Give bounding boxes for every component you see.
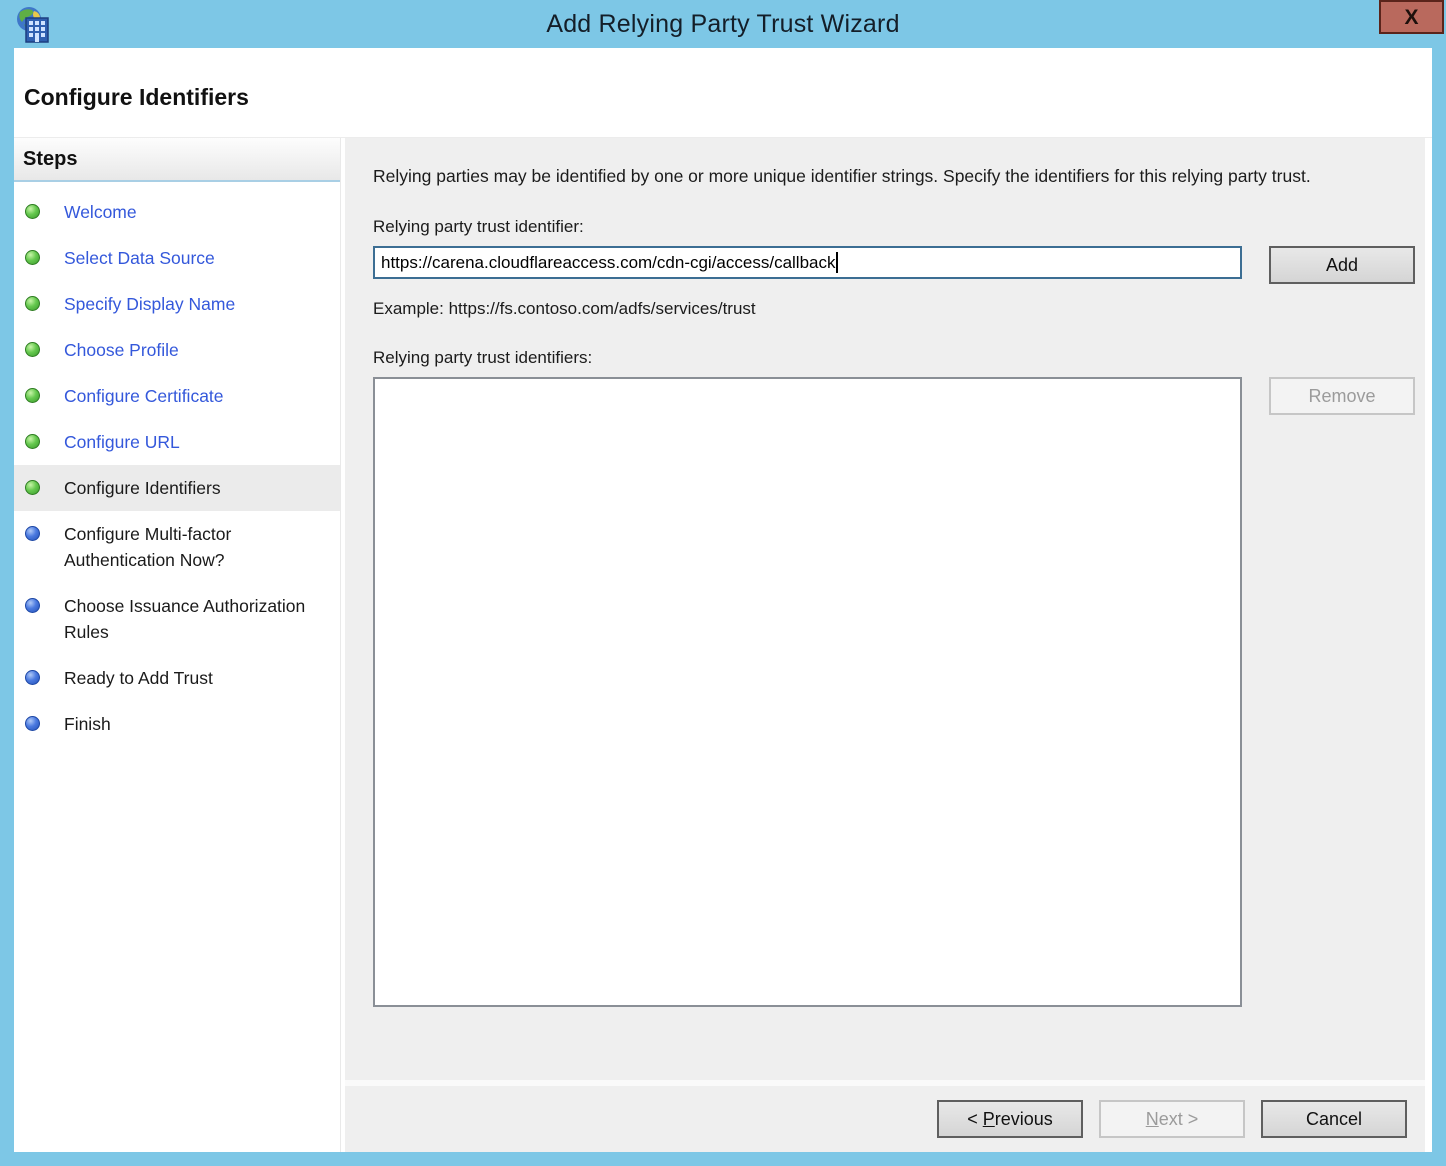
page-title: Configure Identifiers (24, 84, 249, 110)
step-pending-icon (25, 716, 40, 731)
sidebar-item-choose-issuance-rules: Choose Issuance Authorization Rules (14, 583, 340, 655)
sidebar-item-finish: Finish (14, 701, 340, 747)
page-description: Relying parties may be identified by one… (373, 166, 1311, 186)
identifier-input-row: https://carena.cloudflareaccess.com/cdn-… (373, 246, 1425, 285)
text-caret (836, 252, 839, 274)
sidebar-item-configure-url[interactable]: Configure URL (14, 419, 340, 465)
identifier-input-label: Relying party trust identifier: (373, 217, 584, 237)
steps-list: Welcome Select Data Source Specify Displ… (14, 182, 340, 747)
close-button[interactable]: X (1379, 0, 1444, 34)
identifiers-list-row: Remove (373, 377, 1425, 1008)
sidebar-item-configure-mfa: Configure Multi-factor Authentication No… (14, 511, 340, 583)
step-complete-icon (25, 388, 40, 403)
step-complete-icon (25, 204, 40, 219)
identifiers-list-label: Relying party trust identifiers: (373, 348, 593, 368)
next-button[interactable]: Next > (1099, 1100, 1245, 1138)
page-header: Configure Identifiers (14, 48, 1432, 138)
example-text: Example: https://fs.contoso.com/adfs/ser… (373, 299, 756, 319)
sidebar-item-select-data-source[interactable]: Select Data Source (14, 235, 340, 281)
footer-bar: < Previous Next > Cancel (345, 1080, 1425, 1152)
adfs-icon (12, 4, 52, 44)
step-complete-icon (25, 250, 40, 265)
previous-button[interactable]: < Previous (937, 1100, 1083, 1138)
step-complete-icon (25, 342, 40, 357)
wizard-window: Add Relying Party Trust Wizard X Configu… (0, 0, 1446, 1166)
body-area: Steps Welcome Select Data Source Specify… (14, 138, 1432, 1152)
step-pending-icon (25, 526, 40, 541)
sidebar-item-configure-identifiers: Configure Identifiers (14, 465, 340, 511)
identifier-input-value: https://carena.cloudflareaccess.com/cdn-… (381, 252, 836, 272)
identifiers-listbox[interactable] (373, 377, 1242, 1008)
sidebar-item-welcome[interactable]: Welcome (14, 189, 340, 235)
wizard-page-content: Relying parties may be identified by one… (345, 138, 1425, 1080)
step-current-icon (25, 480, 40, 495)
sidebar-item-specify-display-name[interactable]: Specify Display Name (14, 281, 340, 327)
sidebar-item-ready-to-add-trust: Ready to Add Trust (14, 655, 340, 701)
step-pending-icon (25, 598, 40, 613)
steps-sidebar: Steps Welcome Select Data Source Specify… (14, 138, 341, 1152)
remove-button[interactable]: Remove (1269, 377, 1415, 416)
identifier-input[interactable]: https://carena.cloudflareaccess.com/cdn-… (373, 246, 1242, 280)
window-title: Add Relying Party Trust Wizard (546, 10, 900, 38)
step-complete-icon (25, 296, 40, 311)
content-column: Relying parties may be identified by one… (345, 138, 1425, 1152)
steps-heading: Steps (14, 138, 340, 182)
sidebar-item-configure-certificate[interactable]: Configure Certificate (14, 373, 340, 419)
sidebar-item-choose-profile[interactable]: Choose Profile (14, 327, 340, 373)
add-button[interactable]: Add (1269, 246, 1415, 285)
cancel-button[interactable]: Cancel (1261, 1100, 1407, 1138)
close-icon: X (1404, 5, 1419, 29)
titlebar: Add Relying Party Trust Wizard X (0, 0, 1446, 48)
step-pending-icon (25, 670, 40, 685)
step-complete-icon (25, 434, 40, 449)
window-frame: Configure Identifiers Steps Welcome Sele… (14, 48, 1432, 1152)
